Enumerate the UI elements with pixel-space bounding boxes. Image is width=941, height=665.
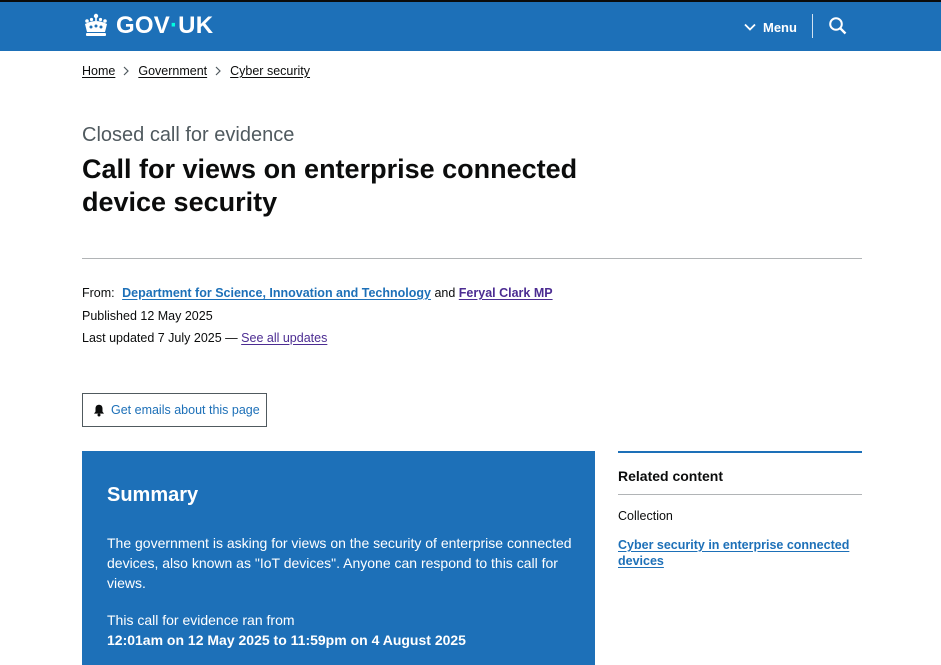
see-all-updates-link[interactable]: See all updates [241,331,327,345]
summary-ran-label: This call for evidence ran from [107,612,295,628]
collection-link[interactable]: Cyber security in enterprise connected d… [618,537,858,569]
last-updated-text: Last updated 7 July 2025 — [82,331,238,345]
page-caption: Closed call for evidence [82,124,295,146]
org-link[interactable]: Department for Science, Innovation and T… [122,286,431,300]
logo-text-uk: UK [178,12,214,39]
related-heading: Related content [618,468,724,484]
summary-description: The government is asking for views on th… [107,535,572,591]
summary-dates: 12:01am on 12 May 2025 to 11:59pm on 4 A… [107,632,466,648]
breadcrumb-government[interactable]: Government [138,64,207,78]
logo-wordmark: GOV·UK [116,12,213,40]
header-underline [82,49,862,51]
summary-heading: Summary [107,484,199,506]
page-title: Call for views on enterprise connected d… [82,154,578,217]
last-updated: Last updated 7 July 2025 — See all updat… [82,331,327,345]
section-divider [82,258,862,259]
related-topbar [618,451,862,453]
related-content: Related content Collection Cyber securit… [618,451,862,569]
site-header: GOV·UK Menu [0,2,941,51]
govuk-logo-link[interactable]: GOV·UK [82,12,213,40]
related-divider [618,494,862,495]
menu-button[interactable]: Menu [744,16,797,38]
chevron-right-icon [123,66,130,76]
breadcrumb-home[interactable]: Home [82,64,115,78]
and-text: and [434,286,456,300]
summary-panel: Summary The government is asking for vie… [82,451,595,665]
logo-text-gov: GOV [116,12,170,39]
breadcrumb-cyber-security[interactable]: Cyber security [230,64,310,78]
get-emails-label: Get emails about this page [111,403,260,417]
crown-icon [85,13,107,36]
breadcrumb: Home Government Cyber security [82,64,310,78]
person-link[interactable]: Feryal Clark MP [459,286,553,300]
chevron-right-icon [215,66,221,76]
published-date: Published 12 May 2025 [82,309,213,323]
search-icon[interactable] [828,16,848,36]
from-label: From: [82,286,115,300]
menu-label: Menu [763,19,797,35]
header-divider [812,14,813,38]
collection-label: Collection [618,509,673,523]
logo-dot: · [169,12,179,39]
metadata-from: From: Department for Science, Innovation… [82,286,553,300]
chevron-down-icon [744,23,756,31]
get-emails-button[interactable]: Get emails about this page [82,393,267,427]
bell-icon [94,404,104,416]
